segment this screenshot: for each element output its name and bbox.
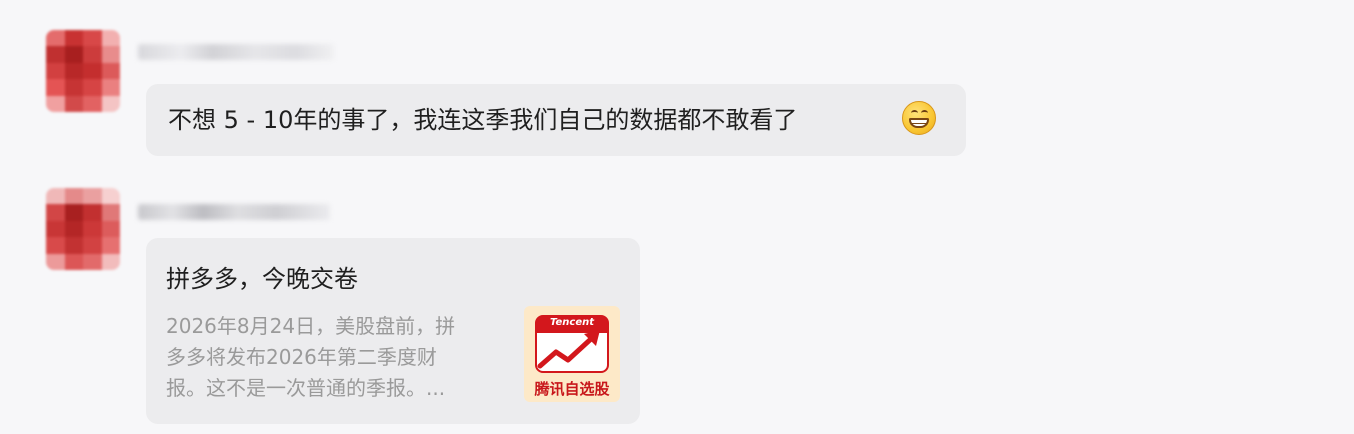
card-description-line: 报。这不是一次普通的季报。... [166, 376, 446, 400]
message-text: 不想 5 - 10年的事了，我连这季我们自己的数据都不敢看了 [168, 106, 798, 134]
sender-name [138, 204, 330, 220]
avatar[interactable] [46, 188, 120, 270]
thumb-brand: Tencent [549, 317, 595, 328]
grinning-face-icon [902, 101, 936, 135]
message-bubble[interactable]: 不想 5 - 10年的事了，我连这季我们自己的数据都不敢看了 [146, 84, 966, 156]
thumb-label: 腾讯自选股 [534, 380, 610, 398]
card-title: 拼多多，今晚交卷 [166, 265, 358, 293]
card-description: 2026年8月24日，美股盘前，拼 多多将发布2026年第二季度财 报。这不是一… [166, 311, 514, 404]
sender-name [138, 44, 334, 60]
card-thumbnail: Tencent 腾讯自选股 [524, 306, 620, 402]
avatar[interactable] [46, 30, 120, 112]
link-card[interactable]: 拼多多，今晚交卷 2026年8月24日，美股盘前，拼 多多将发布2026年第二季… [146, 238, 640, 424]
card-description-line: 多多将发布2026年第二季度财 [166, 345, 437, 369]
card-description-line: 2026年8月24日，美股盘前，拼 [166, 314, 456, 338]
